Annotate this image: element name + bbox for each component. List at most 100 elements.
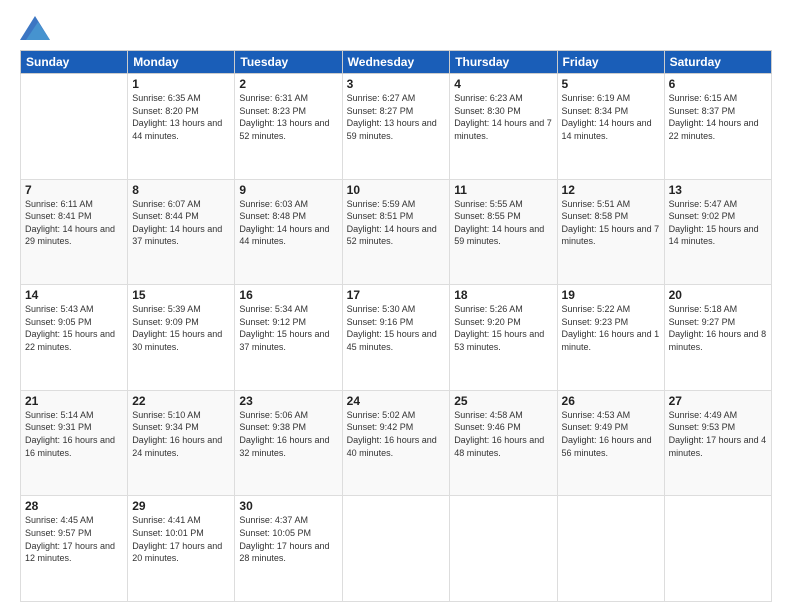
day-number: 9 xyxy=(239,183,337,197)
calendar-day-cell: 22Sunrise: 5:10 AMSunset: 9:34 PMDayligh… xyxy=(128,390,235,496)
day-number: 29 xyxy=(132,499,230,513)
calendar-day-cell: 13Sunrise: 5:47 AMSunset: 9:02 PMDayligh… xyxy=(664,179,771,285)
calendar-day-cell xyxy=(664,496,771,602)
calendar-day-cell: 1Sunrise: 6:35 AMSunset: 8:20 PMDaylight… xyxy=(128,74,235,180)
calendar-week-row: 28Sunrise: 4:45 AMSunset: 9:57 PMDayligh… xyxy=(21,496,772,602)
day-info: Sunrise: 5:02 AMSunset: 9:42 PMDaylight:… xyxy=(347,409,446,459)
calendar-day-cell: 8Sunrise: 6:07 AMSunset: 8:44 PMDaylight… xyxy=(128,179,235,285)
day-info: Sunrise: 6:11 AMSunset: 8:41 PMDaylight:… xyxy=(25,198,123,248)
day-info: Sunrise: 5:55 AMSunset: 8:55 PMDaylight:… xyxy=(454,198,552,248)
calendar-day-cell: 5Sunrise: 6:19 AMSunset: 8:34 PMDaylight… xyxy=(557,74,664,180)
calendar-day-cell: 29Sunrise: 4:41 AMSunset: 10:01 PMDaylig… xyxy=(128,496,235,602)
calendar-week-row: 21Sunrise: 5:14 AMSunset: 9:31 PMDayligh… xyxy=(21,390,772,496)
calendar-day-cell xyxy=(21,74,128,180)
day-info: Sunrise: 6:03 AMSunset: 8:48 PMDaylight:… xyxy=(239,198,337,248)
day-number: 7 xyxy=(25,183,123,197)
calendar-day-cell: 6Sunrise: 6:15 AMSunset: 8:37 PMDaylight… xyxy=(664,74,771,180)
calendar-day-cell: 11Sunrise: 5:55 AMSunset: 8:55 PMDayligh… xyxy=(450,179,557,285)
day-info: Sunrise: 5:22 AMSunset: 9:23 PMDaylight:… xyxy=(562,303,660,353)
day-info: Sunrise: 5:30 AMSunset: 9:16 PMDaylight:… xyxy=(347,303,446,353)
calendar-table: SundayMondayTuesdayWednesdayThursdayFrid… xyxy=(20,50,772,602)
calendar-day-cell xyxy=(342,496,450,602)
day-info: Sunrise: 5:39 AMSunset: 9:09 PMDaylight:… xyxy=(132,303,230,353)
day-number: 3 xyxy=(347,77,446,91)
day-number: 15 xyxy=(132,288,230,302)
calendar-day-cell: 3Sunrise: 6:27 AMSunset: 8:27 PMDaylight… xyxy=(342,74,450,180)
day-number: 17 xyxy=(347,288,446,302)
page: SundayMondayTuesdayWednesdayThursdayFrid… xyxy=(0,0,792,612)
calendar-day-cell: 23Sunrise: 5:06 AMSunset: 9:38 PMDayligh… xyxy=(235,390,342,496)
calendar-day-cell: 17Sunrise: 5:30 AMSunset: 9:16 PMDayligh… xyxy=(342,285,450,391)
day-info: Sunrise: 4:37 AMSunset: 10:05 PMDaylight… xyxy=(239,514,337,564)
day-number: 14 xyxy=(25,288,123,302)
logo xyxy=(20,16,54,40)
calendar-day-cell: 12Sunrise: 5:51 AMSunset: 8:58 PMDayligh… xyxy=(557,179,664,285)
calendar-day-cell: 26Sunrise: 4:53 AMSunset: 9:49 PMDayligh… xyxy=(557,390,664,496)
day-info: Sunrise: 4:45 AMSunset: 9:57 PMDaylight:… xyxy=(25,514,123,564)
day-number: 21 xyxy=(25,394,123,408)
calendar-day-cell: 24Sunrise: 5:02 AMSunset: 9:42 PMDayligh… xyxy=(342,390,450,496)
day-info: Sunrise: 5:59 AMSunset: 8:51 PMDaylight:… xyxy=(347,198,446,248)
calendar-day-header: Friday xyxy=(557,51,664,74)
day-number: 28 xyxy=(25,499,123,513)
calendar-day-cell: 28Sunrise: 4:45 AMSunset: 9:57 PMDayligh… xyxy=(21,496,128,602)
calendar-header-row: SundayMondayTuesdayWednesdayThursdayFrid… xyxy=(21,51,772,74)
calendar-day-header: Saturday xyxy=(664,51,771,74)
day-number: 26 xyxy=(562,394,660,408)
day-info: Sunrise: 5:51 AMSunset: 8:58 PMDaylight:… xyxy=(562,198,660,248)
calendar-day-cell: 9Sunrise: 6:03 AMSunset: 8:48 PMDaylight… xyxy=(235,179,342,285)
day-info: Sunrise: 5:47 AMSunset: 9:02 PMDaylight:… xyxy=(669,198,767,248)
day-info: Sunrise: 6:35 AMSunset: 8:20 PMDaylight:… xyxy=(132,92,230,142)
calendar-day-cell: 30Sunrise: 4:37 AMSunset: 10:05 PMDaylig… xyxy=(235,496,342,602)
day-number: 11 xyxy=(454,183,552,197)
day-number: 27 xyxy=(669,394,767,408)
day-info: Sunrise: 5:26 AMSunset: 9:20 PMDaylight:… xyxy=(454,303,552,353)
day-info: Sunrise: 6:15 AMSunset: 8:37 PMDaylight:… xyxy=(669,92,767,142)
day-info: Sunrise: 4:58 AMSunset: 9:46 PMDaylight:… xyxy=(454,409,552,459)
day-number: 20 xyxy=(669,288,767,302)
day-info: Sunrise: 6:23 AMSunset: 8:30 PMDaylight:… xyxy=(454,92,552,142)
day-number: 25 xyxy=(454,394,552,408)
day-info: Sunrise: 5:43 AMSunset: 9:05 PMDaylight:… xyxy=(25,303,123,353)
calendar-day-header: Wednesday xyxy=(342,51,450,74)
day-number: 16 xyxy=(239,288,337,302)
day-info: Sunrise: 6:07 AMSunset: 8:44 PMDaylight:… xyxy=(132,198,230,248)
calendar-day-cell: 14Sunrise: 5:43 AMSunset: 9:05 PMDayligh… xyxy=(21,285,128,391)
day-number: 10 xyxy=(347,183,446,197)
day-info: Sunrise: 6:19 AMSunset: 8:34 PMDaylight:… xyxy=(562,92,660,142)
day-number: 6 xyxy=(669,77,767,91)
header xyxy=(20,16,772,40)
day-number: 23 xyxy=(239,394,337,408)
calendar-week-row: 14Sunrise: 5:43 AMSunset: 9:05 PMDayligh… xyxy=(21,285,772,391)
day-number: 8 xyxy=(132,183,230,197)
day-number: 12 xyxy=(562,183,660,197)
calendar-day-cell: 21Sunrise: 5:14 AMSunset: 9:31 PMDayligh… xyxy=(21,390,128,496)
day-number: 22 xyxy=(132,394,230,408)
calendar-day-cell: 18Sunrise: 5:26 AMSunset: 9:20 PMDayligh… xyxy=(450,285,557,391)
calendar-day-cell: 19Sunrise: 5:22 AMSunset: 9:23 PMDayligh… xyxy=(557,285,664,391)
calendar-day-cell: 16Sunrise: 5:34 AMSunset: 9:12 PMDayligh… xyxy=(235,285,342,391)
day-number: 2 xyxy=(239,77,337,91)
day-number: 4 xyxy=(454,77,552,91)
day-info: Sunrise: 6:31 AMSunset: 8:23 PMDaylight:… xyxy=(239,92,337,142)
day-number: 24 xyxy=(347,394,446,408)
day-info: Sunrise: 4:41 AMSunset: 10:01 PMDaylight… xyxy=(132,514,230,564)
calendar-day-header: Monday xyxy=(128,51,235,74)
day-info: Sunrise: 5:10 AMSunset: 9:34 PMDaylight:… xyxy=(132,409,230,459)
day-number: 18 xyxy=(454,288,552,302)
day-number: 1 xyxy=(132,77,230,91)
calendar-day-header: Sunday xyxy=(21,51,128,74)
logo-icon xyxy=(20,16,50,40)
calendar-week-row: 1Sunrise: 6:35 AMSunset: 8:20 PMDaylight… xyxy=(21,74,772,180)
day-info: Sunrise: 5:06 AMSunset: 9:38 PMDaylight:… xyxy=(239,409,337,459)
day-number: 13 xyxy=(669,183,767,197)
calendar-day-cell: 2Sunrise: 6:31 AMSunset: 8:23 PMDaylight… xyxy=(235,74,342,180)
calendar-day-cell: 10Sunrise: 5:59 AMSunset: 8:51 PMDayligh… xyxy=(342,179,450,285)
calendar-day-header: Thursday xyxy=(450,51,557,74)
day-info: Sunrise: 5:18 AMSunset: 9:27 PMDaylight:… xyxy=(669,303,767,353)
calendar-day-cell xyxy=(450,496,557,602)
day-number: 30 xyxy=(239,499,337,513)
day-info: Sunrise: 4:49 AMSunset: 9:53 PMDaylight:… xyxy=(669,409,767,459)
day-number: 19 xyxy=(562,288,660,302)
calendar-week-row: 7Sunrise: 6:11 AMSunset: 8:41 PMDaylight… xyxy=(21,179,772,285)
